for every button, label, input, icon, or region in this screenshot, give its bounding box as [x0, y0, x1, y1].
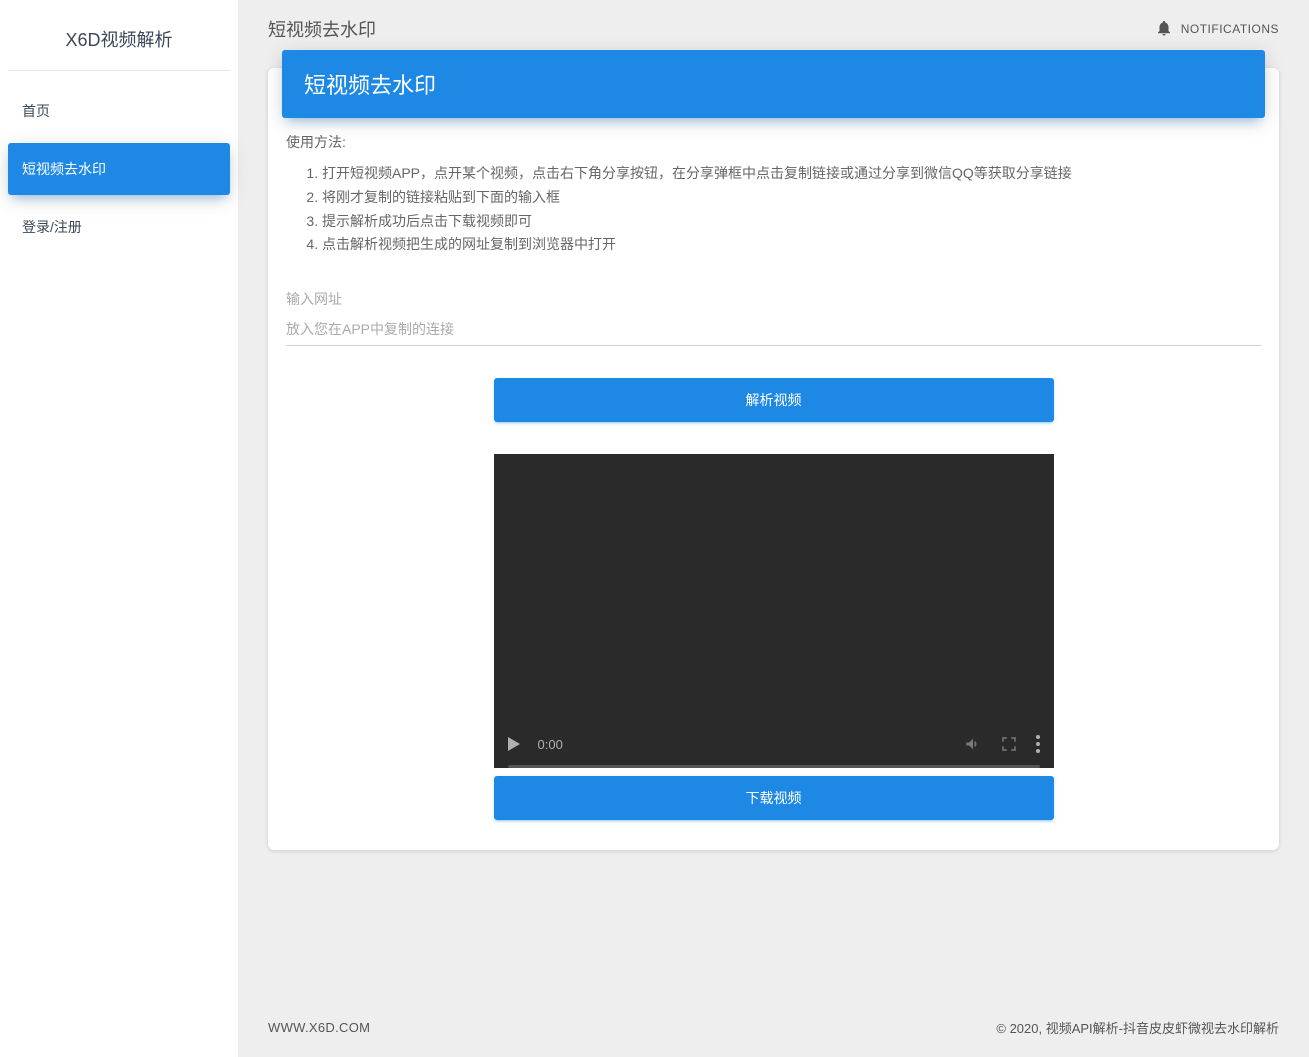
sidebar-item-login[interactable]: 登录/注册 — [8, 201, 230, 253]
main-content: 短视频去水印 NOTIFICATIONS 短视频去水印 使用方法: 打开短视频A… — [238, 0, 1309, 1057]
notifications-button[interactable]: NOTIFICATIONS — [1155, 19, 1279, 40]
video-controls: 0:00 — [494, 727, 1054, 765]
parse-button[interactable]: 解析视频 — [494, 378, 1054, 422]
download-button[interactable]: 下载视频 — [494, 776, 1054, 820]
more-icon[interactable] — [1036, 735, 1040, 753]
video-progress[interactable] — [508, 765, 1040, 768]
sidebar-item-home[interactable]: 首页 — [8, 85, 230, 137]
usage-step: 将刚才复制的链接粘贴到下面的输入框 — [322, 186, 1261, 210]
footer-domain[interactable]: WWW.X6D.COM — [268, 1020, 370, 1035]
url-input-label: 输入网址 — [286, 289, 1261, 309]
usage-step: 点击解析视频把生成的网址复制到浏览器中打开 — [322, 233, 1261, 257]
usage-steps-list: 打开短视频APP，点开某个视频，点击右下角分享按钮，在分享弹框中点击复制链接或通… — [286, 162, 1261, 257]
sidebar-item-watermark[interactable]: 短视频去水印 — [8, 143, 230, 195]
volume-icon[interactable] — [964, 735, 982, 753]
notifications-label: NOTIFICATIONS — [1181, 22, 1279, 36]
usage-title: 使用方法: — [286, 132, 1261, 152]
usage-step: 提示解析成功后点击下载视频即可 — [322, 210, 1261, 234]
video-player[interactable]: 0:00 — [494, 454, 1054, 768]
footer-copyright: © 2020, 视频API解析-抖音皮皮虾微视去水印解析 — [996, 1018, 1279, 1037]
video-time: 0:00 — [538, 737, 563, 752]
video-canvas[interactable] — [494, 454, 1054, 727]
fullscreen-icon[interactable] — [1000, 735, 1018, 753]
bell-icon — [1155, 19, 1173, 40]
card-header: 短视频去水印 — [282, 50, 1265, 118]
brand-title[interactable]: X6D视频解析 — [8, 8, 230, 66]
page-title: 短视频去水印 — [268, 16, 376, 42]
play-icon[interactable] — [508, 737, 520, 751]
url-input[interactable] — [286, 313, 1261, 346]
sidebar: X6D视频解析 首页 短视频去水印 登录/注册 — [0, 0, 238, 1057]
usage-step: 打开短视频APP，点开某个视频，点击右下角分享按钮，在分享弹框中点击复制链接或通… — [322, 162, 1261, 186]
sidebar-divider — [8, 70, 230, 71]
footer: WWW.X6D.COM © 2020, 视频API解析-抖音皮皮虾微视去水印解析 — [238, 998, 1309, 1057]
watermark-card: 短视频去水印 使用方法: 打开短视频APP，点开某个视频，点击右下角分享按钮，在… — [268, 68, 1279, 850]
